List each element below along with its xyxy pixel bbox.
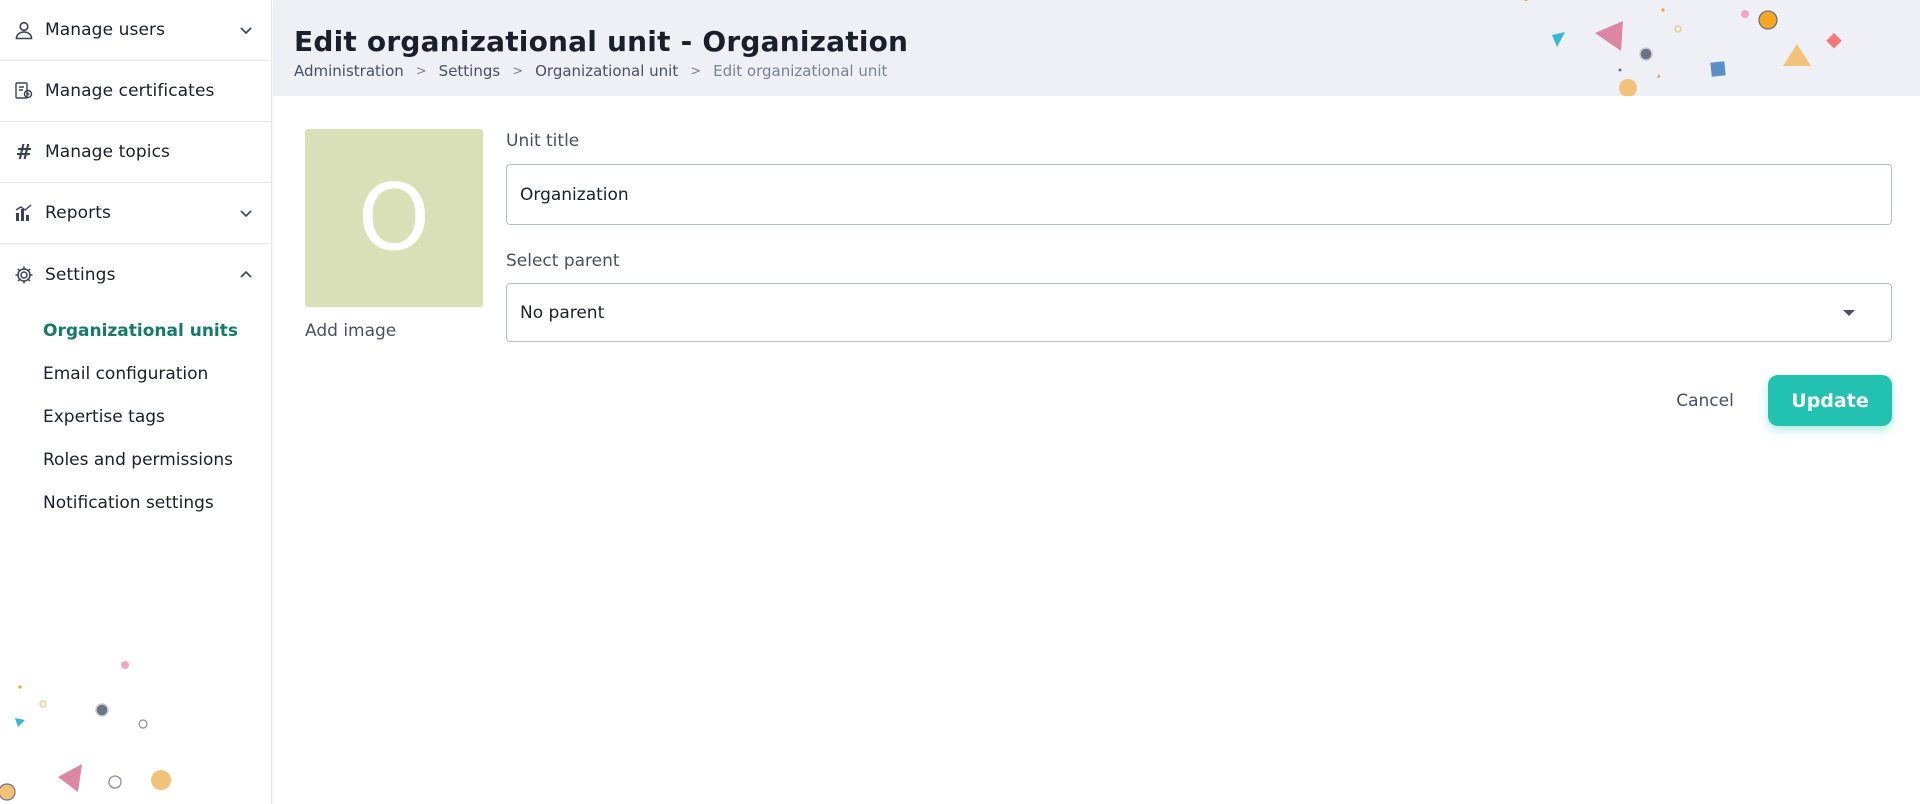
page-title: Edit organizational unit - Organization: [294, 25, 909, 58]
settings-submenu: Organizational units Email configuration…: [0, 305, 271, 524]
breadcrumb: Administration > Settings > Organization…: [294, 62, 887, 80]
select-parent-dropdown[interactable]: No parent: [506, 283, 1892, 342]
breadcrumb-separator: >: [512, 63, 524, 79]
breadcrumb-current: Edit organizational unit: [713, 62, 888, 80]
sidebar-item-manage-certificates[interactable]: Manage certificates: [0, 61, 271, 122]
reports-icon: [13, 202, 35, 224]
breadcrumb-settings[interactable]: Settings: [439, 62, 501, 80]
confetti-decoration: [0, 661, 171, 801]
sidebar: Manage users Manage certificates # Manag…: [0, 0, 272, 804]
breadcrumb-separator: >: [415, 63, 427, 79]
sidebar-subitem-organizational-units[interactable]: Organizational units: [0, 309, 271, 352]
sidebar-subitem-roles-and-permissions[interactable]: Roles and permissions: [0, 438, 271, 481]
select-parent-label: Select parent: [506, 251, 620, 271]
user-icon: [13, 19, 35, 41]
sidebar-subitem-email-configuration[interactable]: Email configuration: [0, 352, 271, 395]
chevron-up-icon: [238, 267, 254, 283]
sidebar-item-label: Reports: [45, 203, 111, 223]
chevron-down-icon: [238, 22, 254, 38]
unit-avatar[interactable]: O: [305, 129, 483, 307]
sidebar-item-label: Manage certificates: [45, 81, 215, 101]
confetti-decoration: [1523, 0, 1842, 96]
gear-icon: [13, 264, 35, 286]
breadcrumb-organizational-unit[interactable]: Organizational unit: [535, 62, 678, 80]
hash-icon: #: [15, 140, 33, 164]
sidebar-subitem-expertise-tags[interactable]: Expertise tags: [0, 395, 271, 438]
update-button[interactable]: Update: [1768, 375, 1892, 426]
breadcrumb-administration[interactable]: Administration: [294, 62, 404, 80]
caret-down-icon: [1843, 310, 1855, 316]
avatar-letter: O: [357, 164, 431, 271]
sidebar-item-manage-users[interactable]: Manage users: [0, 0, 271, 61]
sidebar-item-manage-topics[interactable]: # Manage topics: [0, 122, 271, 183]
sidebar-item-label: Manage users: [45, 20, 166, 40]
page-header: Edit organizational unit - Organization …: [273, 0, 1920, 96]
certificate-icon: [13, 80, 35, 102]
sidebar-item-settings[interactable]: Settings: [0, 244, 271, 305]
breadcrumb-separator: >: [690, 63, 702, 79]
unit-title-input[interactable]: [520, 165, 1878, 224]
chevron-down-icon: [238, 205, 254, 221]
unit-title-label: Unit title: [506, 131, 580, 151]
unit-title-field-wrapper: [506, 164, 1892, 225]
add-image-link[interactable]: Add image: [305, 321, 396, 341]
select-parent-value: No parent: [520, 302, 605, 323]
sidebar-item-label: Settings: [45, 264, 116, 285]
sidebar-item-label: Manage topics: [45, 142, 171, 162]
sidebar-item-reports[interactable]: Reports: [0, 183, 271, 244]
cancel-button[interactable]: Cancel: [1660, 376, 1750, 426]
sidebar-subitem-notification-settings[interactable]: Notification settings: [0, 481, 271, 524]
